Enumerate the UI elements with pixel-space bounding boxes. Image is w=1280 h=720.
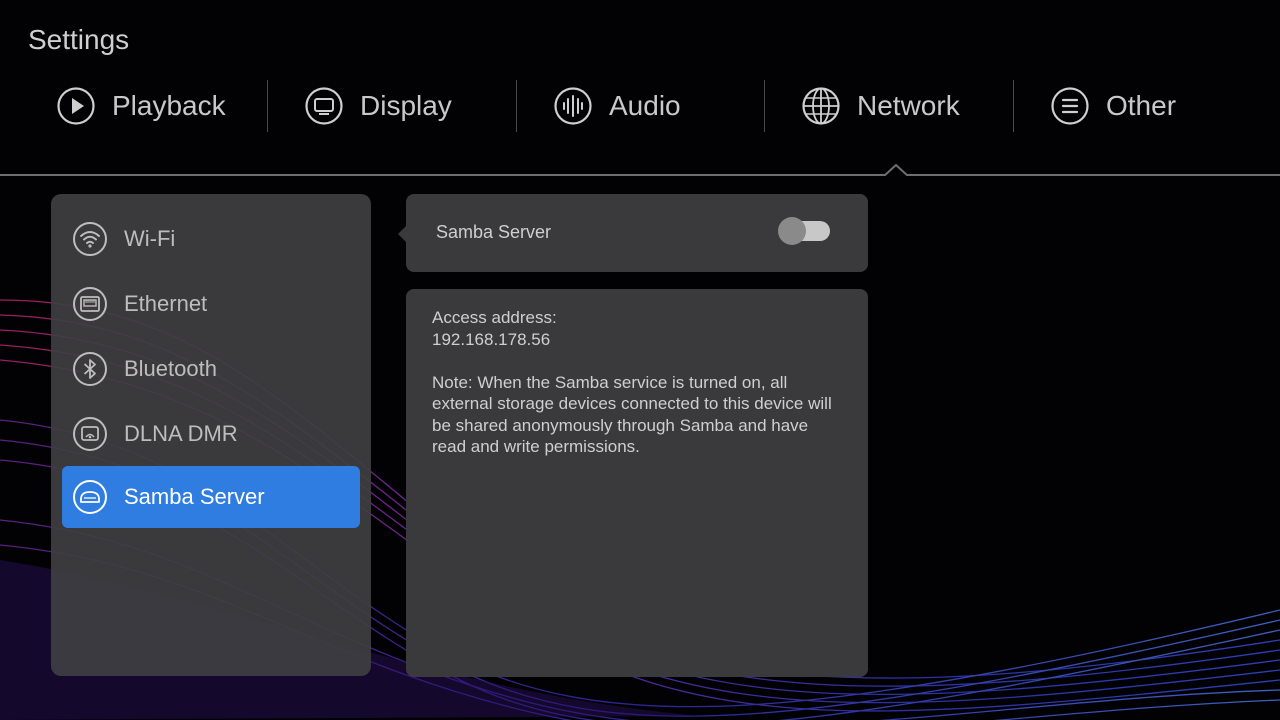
page-title: Settings [28, 24, 130, 55]
selected-tab-indicator [884, 164, 908, 176]
sidebar-item-wifi[interactable]: Wi-Fi [62, 208, 360, 270]
samba-toggle-label: Samba Server [436, 222, 552, 242]
sidebar-item-ethernet[interactable]: Ethernet [62, 273, 360, 335]
audio-wave-icon [554, 87, 592, 125]
samba-icon [73, 480, 107, 514]
network-sidebar: Wi-Fi Ethernet Bluetooth DLNA DMR Samba … [51, 194, 371, 676]
wifi-icon [73, 222, 107, 256]
menu-lines-icon [1051, 87, 1089, 125]
tab-label: Audio [609, 90, 681, 121]
tab-other[interactable]: Other [1050, 78, 1176, 134]
tab-divider [1013, 80, 1014, 132]
sidebar-item-bluetooth[interactable]: Bluetooth [62, 338, 360, 400]
tab-audio[interactable]: Audio [553, 78, 681, 134]
tab-display[interactable]: Display [304, 78, 452, 134]
sidebar-item-dlna-dmr[interactable]: DLNA DMR [62, 403, 360, 465]
tab-label: Network [857, 90, 960, 121]
tab-divider [516, 80, 517, 132]
access-address-value: 192.168.178.56 [432, 329, 551, 349]
sidebar-item-label: Wi-Fi [124, 226, 176, 251]
tab-underline [0, 174, 1280, 176]
samba-note: Note: When the Samba service is turned o… [432, 372, 832, 457]
ethernet-icon [73, 287, 107, 321]
top-tab-bar: Playback Display Audio Network Other [20, 78, 1260, 134]
samba-server-switch[interactable] [778, 217, 830, 245]
tab-label: Display [360, 90, 452, 121]
monitor-icon [305, 87, 343, 125]
dlna-icon [73, 417, 107, 451]
tab-network[interactable]: Network [801, 78, 960, 134]
sidebar-item-label: Bluetooth [124, 356, 217, 381]
tab-divider [267, 80, 268, 132]
play-circle-icon [57, 87, 95, 125]
sidebar-item-label: DLNA DMR [124, 421, 238, 446]
settings-screen: Settings Playback Display Audio Network … [0, 0, 1280, 720]
sidebar-item-samba-server[interactable]: Samba Server [62, 466, 360, 528]
sidebar-item-label: Samba Server [124, 484, 265, 509]
tab-playback[interactable]: Playback [56, 78, 226, 134]
bluetooth-icon [73, 352, 107, 386]
samba-toggle-card: Samba Server [406, 194, 868, 272]
tab-label: Playback [112, 90, 226, 121]
samba-info-card: Access address: 192.168.178.56 Note: Whe… [406, 289, 868, 677]
sidebar-item-label: Ethernet [124, 291, 208, 316]
samba-info-text: Access address: 192.168.178.56 Note: Whe… [432, 307, 842, 458]
switch-knob [778, 217, 806, 245]
globe-icon [802, 87, 840, 125]
tab-divider [764, 80, 765, 132]
tab-label: Other [1106, 90, 1177, 121]
access-address-label: Access address: [432, 308, 557, 327]
